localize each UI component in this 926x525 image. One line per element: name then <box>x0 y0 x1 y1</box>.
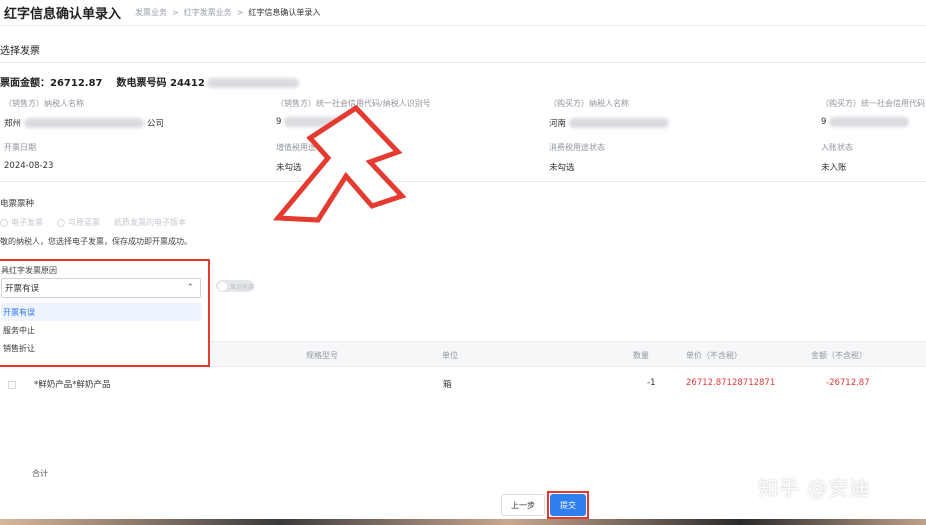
th-spec: 规格型号 <box>306 351 338 360</box>
reason-dropdown-menu: 开票有误 服务中止 销售折让 <box>1 303 201 357</box>
e-invoice-type-radio-group: 电子发票 与原蓝票 纸质发票的电子版本 <box>0 217 186 228</box>
submit-highlight-frame: 提交 <box>547 491 589 519</box>
consumption-status-label: 消费税用途状态 <box>549 143 605 152</box>
radio-dot-icon <box>0 218 8 227</box>
breadcrumb-item-2[interactable]: 红字发票业务 <box>184 7 232 18</box>
reason-label: 具红字发票原因 <box>1 266 57 275</box>
bottom-video-strip <box>0 519 926 525</box>
chevron-up-icon: ⌃ <box>186 283 194 293</box>
table-header: 规格型号 单位 数量 单价（不含税） 金额（不含税） <box>210 341 926 367</box>
radio-electronic[interactable]: 电子发票 <box>0 217 43 228</box>
radio-dot-icon <box>57 218 65 227</box>
breadcrumb-item-current: 红字信息确认单录入 <box>248 8 321 17</box>
show-all-toggle[interactable]: 显示全部 <box>216 280 254 292</box>
reason-selected-value: 开票有误 <box>5 284 40 294</box>
red-invoice-reason-panel: 具红字发票原因 开票有误 ⌃ 开票有误 服务中止 销售折让 <box>0 259 210 367</box>
buyer-name-value: 河南 <box>549 117 670 129</box>
page-title: 红字信息确认单录入 <box>4 7 122 22</box>
seller-name-field: （销售方）纳税人名称 郑州 公司 <box>4 98 164 129</box>
entry-status-field: 入账状态 未入账 <box>821 142 853 173</box>
reason-option-error[interactable]: 开票有误 <box>1 303 201 321</box>
seller-name-label: （销售方）纳税人名称 <box>4 99 84 108</box>
invoice-number: 数电票号码 24412 <box>117 74 299 89</box>
buyer-id-label: （购买方）统一社会信用代码 <box>821 99 925 108</box>
issue-date-value: 2024-08-23 <box>4 161 54 171</box>
invoice-summary: 票面金额：26712.87 数电票号码 24412 <box>0 74 299 89</box>
e-invoice-hint: 敬的纳税人，您选择电子发票，保存成功即开票成功。 <box>0 237 192 246</box>
section-title: 选择发票 <box>0 46 40 57</box>
pointer-arrow-icon <box>272 104 407 223</box>
breadcrumb-item-1[interactable]: 发票业务 <box>135 7 167 18</box>
consumption-status-field: 消费税用途状态 未勾选 <box>549 142 605 173</box>
breadcrumb: 发票业务 > 红字发票业务 > 红字信息确认单录入 <box>135 7 320 18</box>
buyer-id-field: （购买方）统一社会信用代码 9 <box>821 98 925 127</box>
reason-select[interactable]: 开票有误 ⌃ <box>1 278 201 298</box>
row-checkbox[interactable] <box>8 381 16 389</box>
item-price: 26712.87128712871 <box>686 378 776 388</box>
section-divider <box>0 62 926 63</box>
e-invoice-type-label: 电票票种 <box>0 199 35 209</box>
info-divider <box>0 181 926 182</box>
item-qty: -1 <box>647 378 656 388</box>
prev-step-button[interactable]: 上一步 <box>501 494 545 516</box>
item-amount: -26712.87 <box>826 378 870 388</box>
item-unit: 箱 <box>443 380 452 390</box>
toggle-knob <box>218 281 227 291</box>
th-price: 单价（不含税） <box>686 351 742 360</box>
consumption-status-value: 未勾选 <box>549 163 575 173</box>
submit-button[interactable]: 提交 <box>550 494 586 516</box>
invoice-amount: 票面金额：26712.87 <box>0 78 103 89</box>
total-label: 合计 <box>32 469 48 478</box>
table-row: *鲜奶产品*鲜奶产品 箱 -1 26712.87128712871 -26712… <box>0 370 926 396</box>
th-qty: 数量 <box>633 351 649 360</box>
issue-date-label: 开票日期 <box>4 143 36 152</box>
buyer-id-value: 9 <box>821 117 925 127</box>
buyer-name-label: （购买方）纳税人名称 <box>549 99 629 108</box>
seller-name-value: 郑州 公司 <box>4 118 165 129</box>
th-amount: 金额（不含税） <box>811 351 867 360</box>
radio-paper-electronic[interactable]: 纸质发票的电子版本 <box>114 217 186 228</box>
entry-status-value: 未入账 <box>821 163 847 173</box>
breadcrumb-separator-icon: > <box>172 8 179 17</box>
reason-option-service-stop[interactable]: 服务中止 <box>1 321 201 339</box>
item-name: *鲜奶产品*鲜奶产品 <box>34 380 111 390</box>
reason-option-discount[interactable]: 销售折让 <box>1 339 201 357</box>
toggle-text: 显示全部 <box>230 283 255 291</box>
breadcrumb-separator-icon: > <box>236 8 244 17</box>
page-header: 红字信息确认单录入 发票业务 > 红字发票业务 > 红字信息确认单录入 <box>0 0 926 26</box>
issue-date-field: 开票日期 2024-08-23 <box>4 142 53 171</box>
radio-original[interactable]: 与原蓝票 <box>57 217 100 228</box>
entry-status-label: 入账状态 <box>821 143 853 152</box>
watermark: 知乎 @安迪 <box>758 476 871 500</box>
th-unit: 单位 <box>442 351 458 360</box>
buyer-name-field: （购买方）纳税人名称 河南 <box>549 98 670 129</box>
